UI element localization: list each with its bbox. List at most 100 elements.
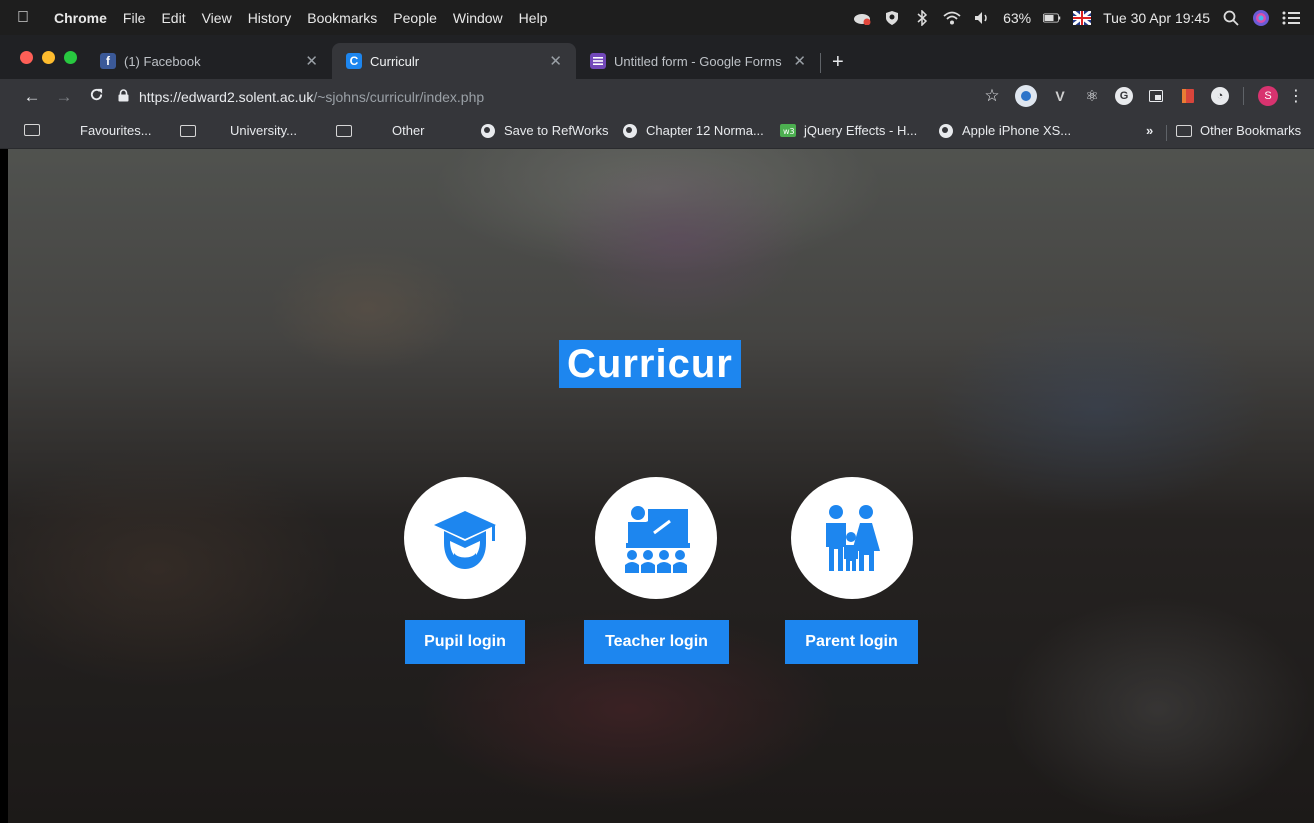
family-icon xyxy=(826,505,880,571)
tab-google-forms[interactable]: Untitled form - Google Forms ✕ xyxy=(576,43,820,79)
siri-icon[interactable] xyxy=(1252,9,1270,27)
bookmark-label: Chapter 12 Norma... xyxy=(646,123,764,138)
tab-strip: f (1) Facebook ✕ C Curriculr ✕ Untitled … xyxy=(0,35,1314,79)
wifi-icon[interactable] xyxy=(943,9,961,27)
macos-menu-bar:  Chrome File Edit View History Bookmark… xyxy=(0,0,1314,35)
tab-curriculr[interactable]: C Curriculr ✕ xyxy=(332,43,576,79)
menu-file[interactable]: File xyxy=(115,10,154,26)
menu-help[interactable]: Help xyxy=(511,10,556,26)
menu-bookmarks[interactable]: Bookmarks xyxy=(299,10,385,26)
parent-icon-circle[interactable] xyxy=(791,477,913,599)
menu-history[interactable]: History xyxy=(240,10,300,26)
volume-icon[interactable] xyxy=(973,9,991,27)
bookmark-label: Save to RefWorks xyxy=(504,123,609,138)
pupil-icon-circle[interactable] xyxy=(404,477,526,599)
close-tab-icon[interactable]: ✕ xyxy=(305,52,318,70)
curriculr-icon: C xyxy=(346,53,362,69)
lock-icon[interactable] xyxy=(118,89,129,105)
parent-login-button[interactable]: Parent login xyxy=(785,620,918,664)
tab-facebook[interactable]: f (1) Facebook ✕ xyxy=(86,43,332,79)
google-forms-icon xyxy=(590,53,606,69)
grammarly-icon[interactable]: G xyxy=(1115,87,1133,105)
bookmark-label: Apple iPhone XS... xyxy=(962,123,1072,138)
back-arrow-icon[interactable]: ← xyxy=(16,87,48,107)
vue-devtools-icon[interactable]: V xyxy=(1051,87,1069,105)
browser-toolbar: ← → https://edward2.solent.ac.uk/~sjohns… xyxy=(0,79,1314,115)
page-content: Curricur Pupil login Teacher login Paren… xyxy=(8,149,1314,823)
creative-cloud-icon[interactable] xyxy=(853,9,871,27)
bluetooth-icon[interactable] xyxy=(913,9,931,27)
minimize-window-button[interactable] xyxy=(42,51,55,64)
uk-flag-icon[interactable] xyxy=(1073,9,1092,27)
menu-people[interactable]: People xyxy=(385,10,445,26)
close-tab-icon[interactable]: ✕ xyxy=(793,52,806,70)
bookmark-chapter-12[interactable]: Chapter 12 Norma... xyxy=(622,123,764,138)
tab-title: Curriculr xyxy=(370,53,420,69)
apple-menu-icon[interactable]:  xyxy=(0,9,46,27)
bookmarks-bar: Favourites... University... Other Save t… xyxy=(0,115,1314,149)
tab-separator xyxy=(820,53,821,73)
site-logo: Curricur xyxy=(559,340,741,388)
menu-window[interactable]: Window xyxy=(445,10,511,26)
battery-percent[interactable]: 63% xyxy=(1003,10,1031,26)
battery-icon[interactable] xyxy=(1043,9,1061,27)
dashlane-extension-icon[interactable] xyxy=(1015,85,1037,107)
tab-title: Untitled form - Google Forms xyxy=(614,53,782,69)
bookmarks-divider xyxy=(1166,125,1167,141)
globe-icon xyxy=(480,123,496,138)
bookmarks-overflow-button[interactable]: » xyxy=(1146,123,1153,138)
close-tab-icon[interactable]: ✕ xyxy=(549,52,562,70)
bookmark-label: Other xyxy=(392,123,425,138)
bookmark-star-icon[interactable]: ☆ xyxy=(983,86,1001,105)
bookmark-folder-unnamed[interactable] xyxy=(24,123,48,136)
close-window-button[interactable] xyxy=(20,51,33,64)
reload-icon[interactable] xyxy=(80,87,112,107)
bookmark-label: jQuery Effects - H... xyxy=(804,123,918,138)
other-bookmarks[interactable]: Other Bookmarks xyxy=(1176,123,1301,138)
teacher-login-button[interactable]: Teacher login xyxy=(584,620,729,664)
w3-icon: w3 xyxy=(780,124,796,137)
svg-text:w3: w3 xyxy=(783,127,795,136)
tab-title: (1) Facebook xyxy=(124,53,201,69)
bookmark-apple-iphone[interactable]: Apple iPhone XS... xyxy=(938,123,1071,138)
clock[interactable]: Tue 30 Apr 19:45 xyxy=(1103,10,1210,26)
url-path: /~sjohns/curriculr/index.php xyxy=(313,89,485,105)
folder-icon xyxy=(180,124,196,137)
window-controls xyxy=(20,51,77,64)
toolbar-divider xyxy=(1243,87,1244,105)
menu-app-name[interactable]: Chrome xyxy=(46,10,115,26)
bookmark-label: Favourites... xyxy=(80,123,152,138)
bookmark-favourites[interactable]: Favourites... xyxy=(64,123,152,138)
menu-view[interactable]: View xyxy=(194,10,240,26)
cast-icon[interactable] xyxy=(1147,87,1165,105)
shield-icon[interactable] xyxy=(883,9,901,27)
profile-avatar[interactable]: S xyxy=(1258,86,1278,106)
folder-icon xyxy=(24,123,40,136)
new-tab-button[interactable]: + xyxy=(832,51,844,74)
extension-area: ☆ V ⚛ G ◔ S ⋮ xyxy=(983,85,1304,107)
facebook-icon: f xyxy=(100,53,116,69)
react-devtools-icon[interactable]: ⚛ xyxy=(1083,87,1101,105)
zoom-window-button[interactable] xyxy=(64,51,77,64)
forward-arrow-icon[interactable]: → xyxy=(48,87,80,107)
bookmark-university[interactable]: University... xyxy=(180,123,297,138)
teacher-icon-circle[interactable] xyxy=(595,477,717,599)
bookmark-jquery-effects[interactable]: w3 jQuery Effects - H... xyxy=(780,123,917,138)
spotlight-search-icon[interactable] xyxy=(1222,9,1240,27)
globe-icon xyxy=(938,123,954,138)
speed-dial-icon[interactable]: ◔ xyxy=(1211,87,1229,105)
bookmark-refworks[interactable]: Save to RefWorks xyxy=(480,123,609,138)
other-bookmarks-label: Other Bookmarks xyxy=(1200,123,1302,138)
globe-icon xyxy=(622,123,638,138)
url-host: https://edward2.solent.ac.uk xyxy=(139,89,314,105)
pupil-login-button[interactable]: Pupil login xyxy=(405,620,525,664)
bookmark-other[interactable]: Other xyxy=(336,123,425,138)
folder-icon xyxy=(1176,124,1192,137)
notification-center-icon[interactable] xyxy=(1282,9,1300,27)
bookmark-extension-icon[interactable] xyxy=(1179,87,1197,105)
graduate-icon xyxy=(434,511,496,569)
teacher-icon xyxy=(625,506,690,573)
menu-kebab-icon[interactable]: ⋮ xyxy=(1288,87,1304,105)
menu-edit[interactable]: Edit xyxy=(153,10,193,26)
address-bar[interactable]: https://edward2.solent.ac.uk/~sjohns/cur… xyxy=(118,83,978,111)
